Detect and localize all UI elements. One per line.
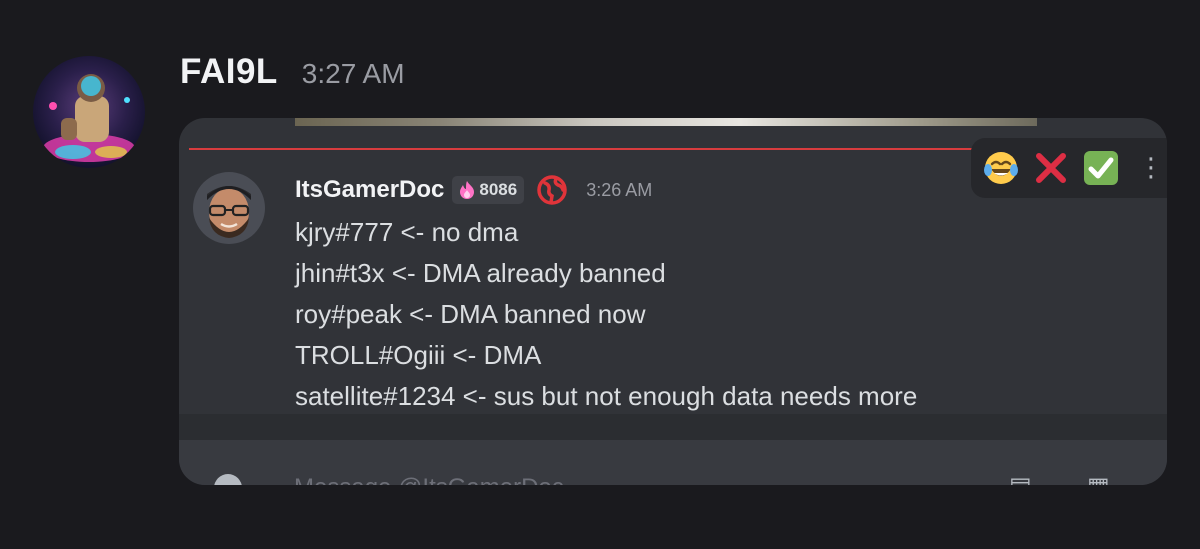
message-body: kjry#777 <- no dma jhin#t3x <- DMA alrea… bbox=[295, 212, 917, 417]
message-line: TROLL#Ogiii <- DMA bbox=[295, 340, 542, 370]
red-x-emoji-icon[interactable] bbox=[1031, 148, 1071, 188]
message-line: satellite#1234 <- sus but not enough dat… bbox=[295, 381, 918, 411]
avatar-bearded-man-icon bbox=[193, 172, 265, 244]
message-line: jhin#t3x <- DMA already banned bbox=[295, 258, 666, 288]
cropped-image-strip bbox=[295, 118, 1037, 126]
message-header: FAI9L 3:27 AM bbox=[180, 52, 405, 92]
avatar[interactable] bbox=[193, 172, 265, 244]
avatar[interactable] bbox=[33, 56, 145, 168]
composer-gap bbox=[179, 414, 1167, 440]
message-line: kjry#777 <- no dma bbox=[295, 217, 519, 247]
gif-icon[interactable]: ▦ bbox=[1087, 472, 1110, 485]
server-tag-text: 8086 bbox=[479, 180, 518, 199]
server-tag-badge[interactable]: 8086 bbox=[452, 176, 525, 204]
add-attachment-icon[interactable] bbox=[214, 474, 242, 485]
author-name[interactable]: FAI9L bbox=[180, 52, 278, 92]
message-line: roy#peak <- DMA banned now bbox=[295, 299, 646, 329]
author-name[interactable]: ItsGamerDoc bbox=[295, 176, 444, 204]
message-timestamp: 3:26 AM bbox=[586, 179, 653, 200]
avatar-gamer-art-icon bbox=[33, 56, 145, 168]
chat-view: FAI9L 3:27 AM ⋮ ItsGamerDoc 8086 3:26 AM… bbox=[0, 0, 1200, 549]
message-header: ItsGamerDoc 8086 3:26 AM bbox=[295, 172, 652, 208]
flame-tag-icon bbox=[460, 181, 475, 199]
more-actions-icon[interactable]: ⋮ bbox=[1131, 148, 1167, 188]
message-composer[interactable]: Message @ItsGamerDoc ▤ ▦ bbox=[179, 440, 1167, 485]
globe-role-icon bbox=[537, 175, 567, 205]
message-timestamp: 3:27 AM bbox=[301, 58, 405, 89]
composer-placeholder: Message @ItsGamerDoc bbox=[294, 474, 564, 485]
embedded-screenshot[interactable]: ⋮ ItsGamerDoc 8086 3:26 AM kjry#777 <- n… bbox=[179, 118, 1167, 485]
green-check-emoji-icon[interactable] bbox=[1081, 148, 1121, 188]
laughing-tears-emoji-icon[interactable] bbox=[981, 148, 1021, 188]
gift-icon[interactable]: ▤ bbox=[1009, 472, 1032, 485]
reaction-toolbar: ⋮ bbox=[971, 138, 1167, 198]
new-messages-divider bbox=[189, 148, 979, 150]
